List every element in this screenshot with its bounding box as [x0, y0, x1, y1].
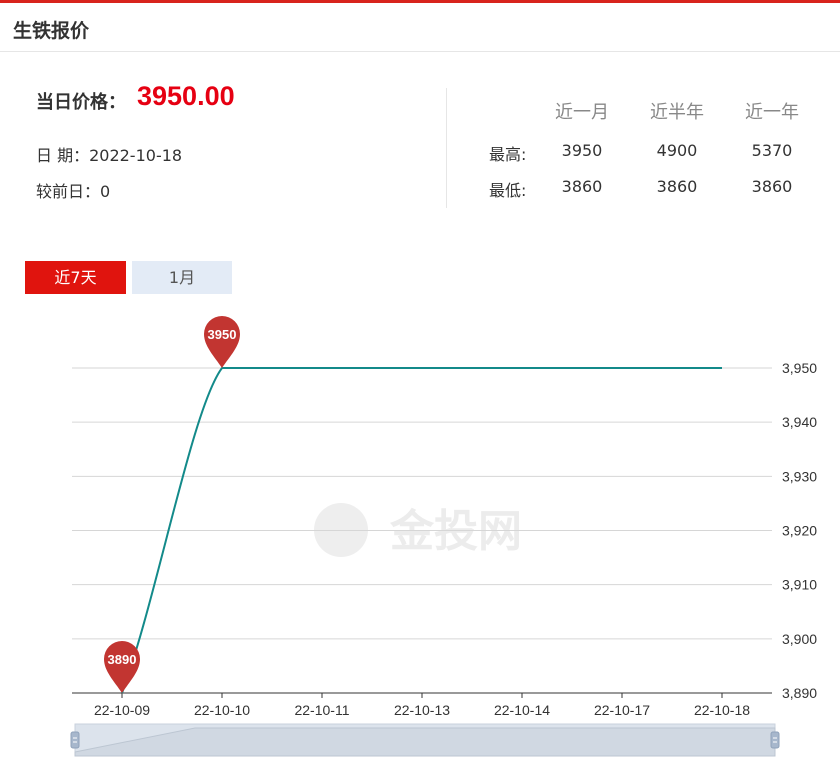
x-tick-label: 22-10-13: [394, 702, 450, 718]
date-text: 日 期：2022-10-18: [36, 146, 183, 165]
y-tick-label: 3,950: [782, 360, 817, 376]
y-tick-label: 3,890: [782, 685, 817, 701]
page-title: 生铁报价: [13, 20, 90, 42]
stats-cell: 4900: [656, 141, 698, 160]
header: 生铁报价: [0, 3, 840, 52]
y-tick-label: 3,900: [782, 631, 817, 647]
x-tick-label: 22-10-11: [294, 702, 349, 718]
pin-label: 3950: [208, 327, 237, 342]
pin-shape: [104, 641, 140, 693]
pin-label: 3890: [108, 652, 137, 667]
x-tick-label: 22-10-18: [694, 702, 750, 718]
price-line-chart: 金投网 22-10-09 22-10-10 22-10-11 22-10-13 22-1…: [70, 316, 817, 757]
stats-cell: 3860: [751, 177, 793, 196]
zoom-handle-right[interactable]: [770, 731, 780, 749]
handle-grip[interactable]: [70, 731, 80, 749]
x-tick-label: 22-10-14: [494, 702, 550, 718]
tab-7-days[interactable]: 近7天: [25, 261, 126, 294]
x-tick-label: 22-10-17: [594, 702, 650, 718]
stats-cell: 5370: [751, 141, 793, 160]
grid-lines: [72, 367, 772, 640]
pin-shape: [204, 316, 240, 368]
stats-cell: 3950: [561, 141, 603, 160]
y-tick-label: 3,930: [782, 468, 817, 484]
watermark-text: 金投网: [389, 506, 522, 557]
y-axis: 3,890 3,900 3,910 3,920 3,930 3,940 3,950: [782, 360, 817, 701]
x-tick-label: 22-10-09: [94, 702, 150, 718]
marker-pin: 3890: [104, 641, 140, 693]
stats-header-halfyear: 近半年: [650, 102, 704, 123]
y-tick-label: 3,940: [782, 414, 817, 430]
stats-header-year: 近一年: [745, 102, 799, 123]
handle-grip[interactable]: [770, 731, 780, 749]
marker-pin: 3950: [204, 316, 240, 368]
stats-row-label-low: 最低:: [489, 181, 527, 200]
data-zoom-slider[interactable]: [70, 723, 780, 757]
zoom-preview-area: [74, 727, 776, 757]
change-text: 较前日：0: [36, 182, 111, 201]
y-tick-label: 3,920: [782, 523, 817, 539]
zoom-handle-left[interactable]: [70, 731, 80, 749]
vertical-divider: [446, 88, 447, 208]
stats-header-month: 近一月: [555, 102, 609, 123]
y-tick-label: 3,910: [782, 577, 817, 593]
price-value: 3950.00: [137, 81, 235, 111]
stats-cell: 3860: [561, 177, 603, 196]
x-tick-label: 22-10-10: [194, 702, 250, 718]
stats-row-label-high: 最高:: [489, 145, 527, 164]
price-label: 当日价格：: [36, 92, 126, 113]
x-axis: 22-10-09 22-10-10 22-10-11 22-10-13 22-10-14…: [72, 692, 772, 718]
tab-1-month[interactable]: 1月: [132, 261, 232, 294]
stats-cell: 3860: [656, 177, 698, 196]
